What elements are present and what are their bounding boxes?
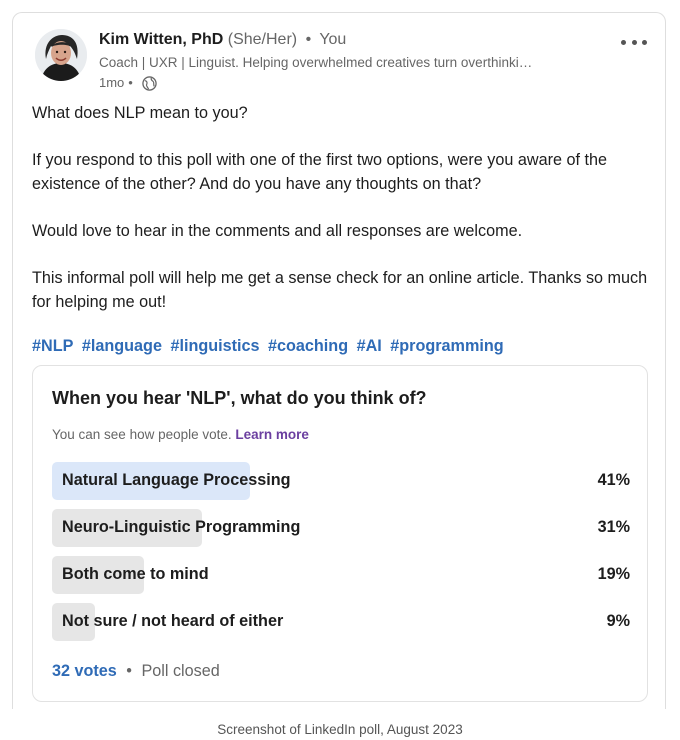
poll-option-label: Both come to mind: [62, 565, 209, 583]
post-time: 1mo: [99, 75, 125, 90]
author-pronouns: (She/Her): [227, 31, 298, 48]
hashtag-link[interactable]: #AI: [357, 337, 382, 355]
post-paragraph: What does NLP mean to you?: [32, 104, 248, 122]
poll-option: Neuro-Linguistic Programming 31%: [52, 509, 630, 547]
poll-visibility-note: You can see how people vote. Learn more: [52, 427, 309, 442]
poll-option-label: Natural Language Processing: [62, 471, 291, 489]
hashtag-link[interactable]: #programming: [390, 337, 503, 355]
post-paragraph: This informal poll will help me get a se…: [32, 269, 648, 311]
hashtag-link[interactable]: #language: [82, 337, 162, 355]
hashtag-link[interactable]: #NLP: [32, 337, 73, 355]
poll-status: Poll closed: [141, 662, 220, 680]
post-card: Kim Witten, PhD (She/Her) • You Coach | …: [12, 12, 666, 709]
poll-option-percent: 41%: [597, 471, 630, 489]
dot-icon: [631, 39, 637, 45]
poll-option: Both come to mind 19%: [52, 556, 630, 594]
author-info: Kim Witten, PhD (She/Her) • You Coach | …: [99, 30, 595, 92]
post-meta: 1mo •: [99, 74, 595, 92]
author-relation: You: [319, 31, 347, 48]
more-options-icon[interactable]: [621, 37, 647, 47]
poll-option: Natural Language Processing 41%: [52, 462, 630, 500]
post-paragraph: If you respond to this poll with one of …: [32, 151, 607, 193]
separator-dot: •: [126, 662, 132, 680]
post-text: What does NLP mean to you? If you respon…: [32, 101, 652, 337]
globe-icon: [142, 75, 157, 91]
poll-option-label: Neuro-Linguistic Programming: [62, 518, 301, 536]
poll-footer: 32 votes • Poll closed: [52, 662, 220, 681]
separator-dot: •: [128, 75, 133, 90]
author-name-line: Kim Witten, PhD (She/Her) • You: [99, 30, 595, 50]
hashtag-link[interactable]: #coaching: [268, 337, 348, 355]
author-name[interactable]: Kim Witten, PhD: [99, 31, 223, 48]
author-headline: Coach | UXR | Linguist. Helping overwhel…: [99, 55, 533, 70]
poll-option-label: Not sure / not heard of either: [62, 612, 284, 630]
separator-dot: •: [305, 31, 312, 48]
post-paragraph: Would love to hear in the comments and a…: [32, 222, 523, 240]
dot-icon: [621, 39, 626, 45]
author-avatar[interactable]: [35, 29, 87, 81]
poll-option: Not sure / not heard of either 9%: [52, 603, 630, 641]
poll-votes-link[interactable]: 32 votes: [52, 662, 117, 680]
hashtag-link[interactable]: #linguistics: [170, 337, 259, 355]
poll-option-percent: 9%: [606, 612, 630, 630]
image-caption: Screenshot of LinkedIn poll, August 2023: [217, 722, 463, 737]
poll-note-text: You can see how people vote.: [52, 427, 232, 442]
learn-more-link[interactable]: Learn more: [235, 427, 309, 442]
poll-option-percent: 19%: [597, 565, 630, 583]
poll-question: When you hear 'NLP', what do you think o…: [52, 388, 427, 408]
poll-option-percent: 31%: [597, 518, 630, 536]
hashtag-list: #NLP #language #linguistics #coaching #A…: [32, 334, 508, 358]
poll: When you hear 'NLP', what do you think o…: [32, 365, 648, 702]
dot-icon: [642, 39, 647, 45]
